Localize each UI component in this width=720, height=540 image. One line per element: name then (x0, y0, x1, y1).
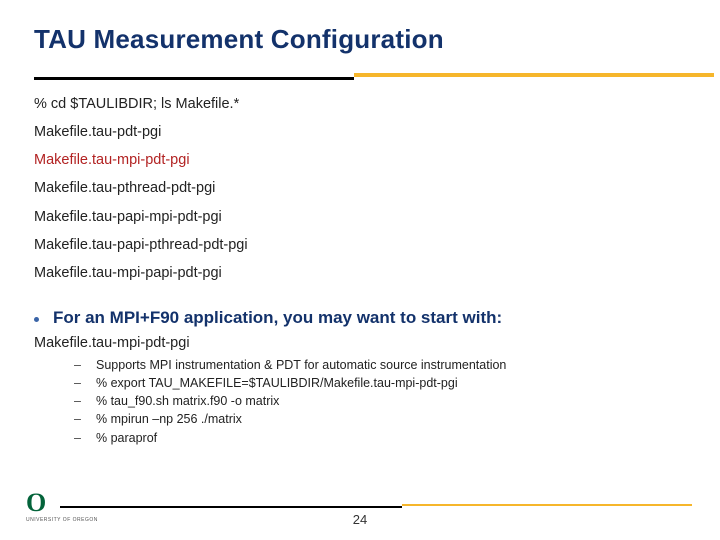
rule-yellow (354, 73, 714, 77)
makefile-item: Makefile.tau-papi-pthread-pdt-pgi (34, 236, 692, 254)
makefile-list: % cd $TAULIBDIR; ls Makefile.* Makefile.… (34, 95, 692, 282)
dash-icon: – (74, 356, 84, 374)
list-item: – % paraprof (74, 429, 692, 447)
footer: O UNIVERSITY OF OREGON 24 (0, 490, 720, 530)
makefile-item: Makefile.tau-mpi-pdt-pgi (34, 151, 692, 169)
list-item: – % tau_f90.sh matrix.f90 -o matrix (74, 392, 692, 410)
bullet-dot-icon (34, 317, 39, 322)
rule-black (34, 77, 354, 80)
slide-title: TAU Measurement Configuration (34, 24, 692, 55)
makefile-item: Makefile.tau-papi-mpi-pdt-pgi (34, 208, 692, 226)
sub-list: – Supports MPI instrumentation & PDT for… (74, 356, 692, 447)
dash-icon: – (74, 410, 84, 428)
title-rule (34, 73, 692, 81)
page-number: 24 (0, 512, 720, 527)
footer-rule-yellow (402, 504, 692, 506)
list-item: – Supports MPI instrumentation & PDT for… (74, 356, 692, 374)
bullet-row: For an MPI+F90 application, you may want… (34, 308, 692, 328)
list-item-label: Supports MPI instrumentation & PDT for a… (96, 356, 506, 374)
dash-icon: – (74, 392, 84, 410)
makefile-item: Makefile.tau-pthread-pdt-pgi (34, 179, 692, 197)
sub-heading: Makefile.tau-mpi-pdt-pgi (34, 334, 692, 352)
list-item-label: % tau_f90.sh matrix.f90 -o matrix (96, 392, 279, 410)
list-item: – % export TAU_MAKEFILE=$TAULIBDIR/Makef… (74, 374, 692, 392)
list-item-label: % mpirun –np 256 ./matrix (96, 410, 242, 428)
list-item-label: % paraprof (96, 429, 157, 447)
makefile-item: Makefile.tau-pdt-pgi (34, 123, 692, 141)
list-item-label: % export TAU_MAKEFILE=$TAULIBDIR/Makefil… (96, 374, 458, 392)
dash-icon: – (74, 374, 84, 392)
bullet-text: For an MPI+F90 application, you may want… (53, 308, 502, 328)
shell-command: % cd $TAULIBDIR; ls Makefile.* (34, 95, 692, 113)
makefile-item: Makefile.tau-mpi-papi-pdt-pgi (34, 264, 692, 282)
dash-icon: – (74, 429, 84, 447)
list-item: – % mpirun –np 256 ./matrix (74, 410, 692, 428)
slide: TAU Measurement Configuration % cd $TAUL… (0, 0, 720, 540)
footer-rule-black (60, 506, 402, 508)
